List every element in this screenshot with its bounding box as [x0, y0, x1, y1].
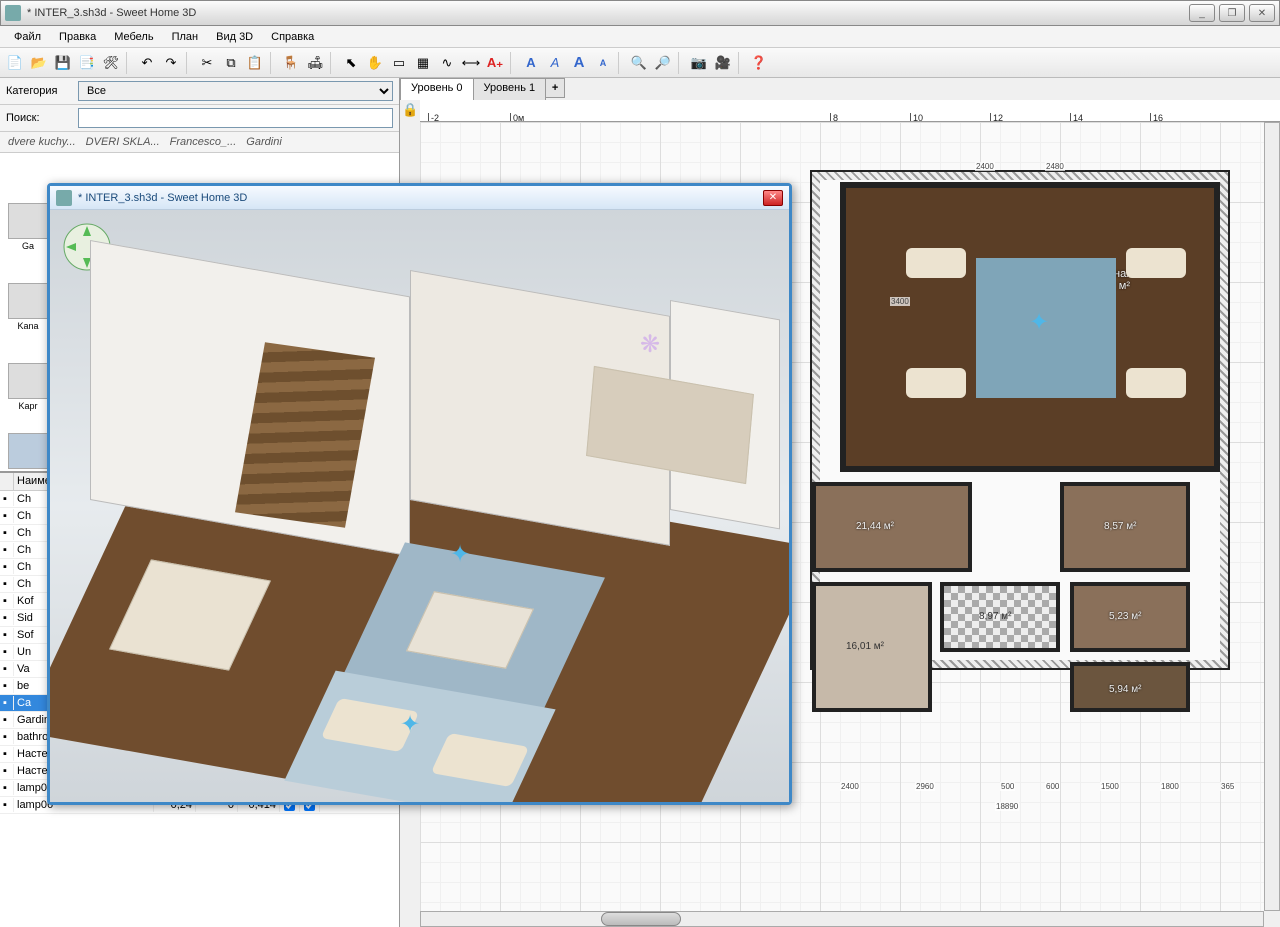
window-title: * INTER_3.sh3d - Sweet Home 3D [27, 7, 1189, 19]
titlebar: * INTER_3.sh3d - Sweet Home 3D _ ❐ ✕ [0, 0, 1280, 26]
level-tabs: Уровень 0 Уровень 1 + [400, 78, 565, 100]
help-icon[interactable]: ❓ [748, 52, 770, 74]
app-icon [5, 5, 21, 21]
saveas-icon[interactable]: 📑 [76, 52, 98, 74]
menu-furniture[interactable]: Мебель [106, 29, 161, 45]
copy-icon[interactable]: ⧉ [220, 52, 242, 74]
close-button[interactable]: ✕ [1249, 4, 1275, 22]
app-icon [56, 190, 72, 206]
menu-edit[interactable]: Правка [51, 29, 104, 45]
furniture-category-strip: dvere kuchy... DVERI SKLA... Francesco_.… [0, 132, 399, 153]
cat-tab[interactable]: Francesco_... [170, 136, 237, 148]
text-italic-icon[interactable]: A [544, 52, 566, 74]
category-row: Категория Все [0, 78, 399, 105]
category-select[interactable]: Все [78, 81, 393, 101]
room-4[interactable]: 8,97 м² [940, 582, 1060, 652]
room-living[interactable]: Гостиная42,02 м² ✦ [840, 182, 1220, 472]
prefs-icon[interactable]: 🛠 [100, 52, 122, 74]
cat-tab[interactable]: DVERI SKLA... [86, 136, 160, 148]
plan-scrollbar-v[interactable] [1264, 122, 1280, 911]
import-furniture-icon[interactable]: 🛋 [304, 52, 326, 74]
maximize-button[interactable]: ❐ [1219, 4, 1245, 22]
zoom-in-icon[interactable]: 🔍 [628, 52, 650, 74]
undo-icon[interactable]: ↶ [136, 52, 158, 74]
catalog-item[interactable]: Kana [8, 283, 48, 333]
3d-window-titlebar[interactable]: * INTER_3.sh3d - Sweet Home 3D ✕ [50, 186, 789, 210]
3d-close-button[interactable]: ✕ [763, 190, 783, 206]
room-6[interactable]: 5,94 м² [1070, 662, 1190, 712]
menu-view3d[interactable]: Вид 3D [208, 29, 261, 45]
3d-canvas[interactable]: ✦ ✦ ❋ [50, 210, 789, 802]
catalog-item[interactable]: Kapr [8, 363, 48, 413]
room-5[interactable]: 5,23 м² [1070, 582, 1190, 652]
lock-icon[interactable]: 🔒 [402, 102, 418, 118]
cat-tab[interactable]: dvere kuchy... [8, 136, 76, 148]
3d-render: ✦ ✦ ❋ [50, 210, 789, 802]
window-buttons: _ ❐ ✕ [1189, 4, 1275, 22]
menu-file[interactable]: Файл [6, 29, 49, 45]
room-icon[interactable]: ▦ [412, 52, 434, 74]
polyline-icon[interactable]: ∿ [436, 52, 458, 74]
small-a-icon[interactable]: A [592, 52, 614, 74]
save-icon[interactable]: 💾 [52, 52, 74, 74]
search-row: Поиск: [0, 105, 399, 132]
room-1[interactable]: 21,44 м² [812, 482, 972, 572]
catalog-item-selected[interactable]: Kitcl [8, 433, 48, 473]
open-icon[interactable]: 📂 [28, 52, 50, 74]
redo-icon[interactable]: ↷ [160, 52, 182, 74]
room-2[interactable]: 8,57 м² [1060, 482, 1190, 572]
cat-tab[interactable]: Gardini [246, 136, 281, 148]
catalog-item[interactable]: Ga [8, 203, 48, 253]
horizontal-ruler: -2 0м 8 10 12 14 16 [420, 100, 1280, 122]
toolbar: 📄 📂 💾 📑 🛠 ↶ ↷ ✂ ⧉ 📋 🪑 🛋 ⬉ ✋ ▭ ▦ ∿ ⟷ A₊ A… [0, 48, 1280, 78]
3d-view-window: * INTER_3.sh3d - Sweet Home 3D ✕ ✦ ✦ [47, 183, 792, 805]
plan-scrollbar-h[interactable] [420, 911, 1264, 927]
new-icon[interactable]: 📄 [4, 52, 26, 74]
search-input[interactable] [78, 108, 393, 128]
text-bold-icon[interactable]: A [520, 52, 542, 74]
menu-plan[interactable]: План [164, 29, 207, 45]
category-label: Категория [6, 85, 72, 97]
big-a-icon[interactable]: A [568, 52, 590, 74]
select-icon[interactable]: ⬉ [340, 52, 362, 74]
add-furniture-icon[interactable]: 🪑 [280, 52, 302, 74]
wall-icon[interactable]: ▭ [388, 52, 410, 74]
level-tab-0[interactable]: Уровень 0 [400, 78, 474, 100]
room-3[interactable]: 16,01 м² [812, 582, 932, 712]
video-icon[interactable]: 🎥 [712, 52, 734, 74]
add-level-tab[interactable]: + [545, 78, 565, 98]
level-tab-1[interactable]: Уровень 1 [473, 78, 547, 100]
camera-icon[interactable]: 📷 [688, 52, 710, 74]
minimize-button[interactable]: _ [1189, 4, 1215, 22]
menu-help[interactable]: Справка [263, 29, 322, 45]
pan-icon[interactable]: ✋ [364, 52, 386, 74]
menu-bar: Файл Правка Мебель План Вид 3D Справка [0, 26, 1280, 48]
search-label: Поиск: [6, 112, 72, 124]
zoom-out-icon[interactable]: 🔎 [652, 52, 674, 74]
dimension-icon[interactable]: ⟷ [460, 52, 482, 74]
3d-window-title: * INTER_3.sh3d - Sweet Home 3D [78, 192, 763, 204]
paste-icon[interactable]: 📋 [244, 52, 266, 74]
text-icon[interactable]: A₊ [484, 52, 506, 74]
cut-icon[interactable]: ✂ [196, 52, 218, 74]
